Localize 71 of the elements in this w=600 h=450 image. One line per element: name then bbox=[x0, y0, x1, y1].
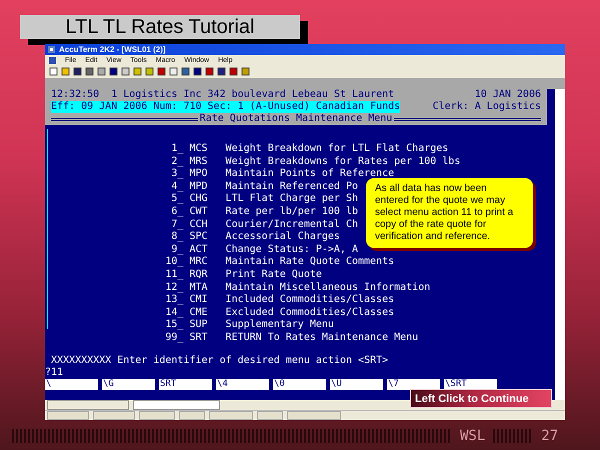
menu-number: 13_ bbox=[165, 294, 184, 307]
menu-label: Change Status: P->A, A bbox=[226, 244, 358, 256]
menu-label: Courier/Incremental Ch bbox=[226, 218, 358, 231]
menu-label: Rate per lb/per 100 lb bbox=[226, 206, 358, 219]
menu-number: 5_ bbox=[170, 193, 184, 206]
menu-label: Weight Breakdown for LTL Flat Charges bbox=[226, 143, 448, 156]
menu-number: 1_ bbox=[170, 143, 184, 156]
function-key[interactable]: \7 bbox=[387, 378, 440, 390]
footer-text: WSL bbox=[460, 428, 486, 444]
callout-note: As all data has now been entered for the quote we may select menu action 11 to print a copy of the rate quote for verification and reference. bbox=[366, 178, 533, 248]
menu-number: 3_ bbox=[170, 168, 184, 181]
menu-label: LTL Flat Charge per Sh bbox=[226, 193, 358, 206]
menu-label: Maintain Rate Quote Comments bbox=[226, 256, 394, 269]
header-date: 10 JAN 2006 bbox=[474, 89, 541, 101]
scrollbar[interactable] bbox=[547, 89, 565, 400]
menu-code: CME bbox=[188, 306, 208, 320]
menu-label: Weight Breakdowns for Rates per 100 lbs bbox=[226, 156, 460, 168]
tab-button[interactable] bbox=[133, 400, 220, 410]
menu-label: Accessorial Charges bbox=[226, 231, 340, 244]
function-key[interactable]: \ bbox=[45, 378, 98, 390]
clerk-text: Clerk: A Logistics bbox=[432, 101, 541, 113]
menu-number: 12_ bbox=[165, 282, 184, 294]
menu-code: RQR bbox=[188, 268, 208, 282]
status-text: Eff: 09 JAN 2006 Num: 710 Sec: 1 (A-Unused) Canadian Funds bbox=[51, 101, 400, 113]
menu-label: Supplementary Menu bbox=[226, 319, 334, 332]
menu-number: 7_ bbox=[170, 218, 184, 232]
page-number: 27 bbox=[541, 428, 558, 444]
function-key[interactable]: \4 bbox=[216, 378, 269, 390]
function-key[interactable]: \SRT bbox=[444, 378, 497, 390]
menu-number: 15_ bbox=[165, 319, 184, 332]
continue-button[interactable]: Left Click to Continue bbox=[410, 389, 552, 408]
menu-code: MPO bbox=[188, 168, 208, 181]
menu-label: Maintain Points of Reference bbox=[226, 168, 394, 181]
menu-number: 4_ bbox=[170, 180, 184, 194]
menu-code: MRS bbox=[188, 156, 208, 168]
command-input[interactable]: ?11 bbox=[45, 366, 541, 378]
menu-code: ACT bbox=[188, 244, 208, 256]
menu-code: CHG bbox=[188, 193, 208, 206]
menu-number: 99_ bbox=[165, 332, 184, 344]
menu-number: 9_ bbox=[170, 244, 184, 256]
menu-label: Maintain Miscellaneous Information bbox=[226, 282, 430, 294]
menu-label: Included Commodities/Classes bbox=[226, 294, 394, 307]
menu-label: Print Rate Quote bbox=[226, 268, 322, 282]
menu-label: Excluded Commodities/Classes bbox=[226, 306, 394, 319]
menu-code: MPD bbox=[188, 180, 208, 194]
function-key[interactable]: \0 bbox=[273, 378, 326, 390]
menu-number: 6_ bbox=[170, 206, 184, 219]
menu-code: CWT bbox=[188, 206, 208, 219]
menu-label: Maintain Referenced Po bbox=[226, 180, 358, 193]
menu-code: CMI bbox=[188, 294, 208, 307]
menu-code: MCS bbox=[188, 143, 208, 156]
menu-label: RETURN To Rates Maintenance Menu bbox=[226, 332, 418, 344]
slide-title: LTL TL Rates Tutorial bbox=[20, 15, 300, 39]
menu-code: CCH bbox=[188, 218, 208, 232]
menu-number: 8_ bbox=[170, 231, 184, 244]
menu-number: 14_ bbox=[165, 306, 184, 320]
prompt-text: XXXXXXXXXX Enter identifier of desired menu action <SRT> bbox=[51, 354, 390, 366]
function-key[interactable]: \G bbox=[102, 378, 155, 390]
function-key[interactable]: \U bbox=[330, 378, 383, 390]
window-title: AccuTerm 2K2 - [WSL01 (2)] bbox=[59, 45, 166, 54]
menu-code: SPC bbox=[188, 231, 208, 244]
menu-number: 2_ bbox=[170, 156, 184, 168]
menu-code: MTA bbox=[188, 282, 208, 294]
function-key[interactable]: SRT bbox=[159, 378, 212, 390]
menu-number: 11_ bbox=[165, 268, 184, 282]
menu-code: MRC bbox=[188, 256, 208, 269]
header-text: 12:32:50 1 Logistics Inc 342 boulevard Lebeau St Laurent bbox=[51, 89, 394, 101]
menu-code: SRT bbox=[188, 332, 208, 344]
menu-title: Rate Quotations Maintenance Menu bbox=[200, 113, 392, 125]
menu-number: 10_ bbox=[165, 256, 184, 269]
menu-code: SUP bbox=[188, 319, 208, 332]
